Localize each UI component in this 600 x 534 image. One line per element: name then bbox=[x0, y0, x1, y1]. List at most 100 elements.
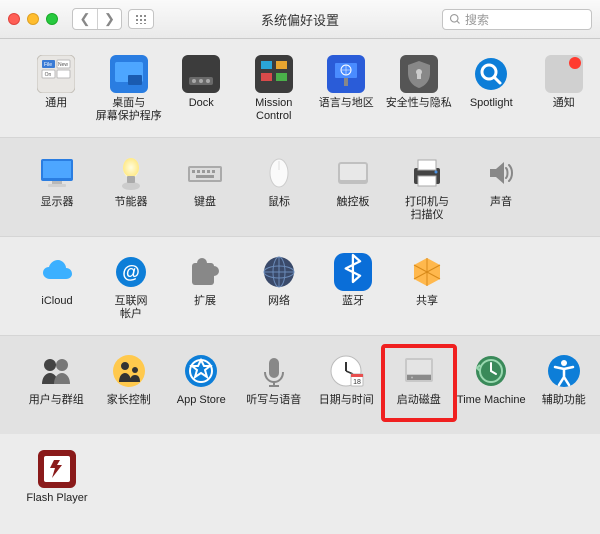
pref-desktop[interactable]: 桌面与屏幕保护程序 bbox=[93, 49, 166, 123]
bluetooth-icon bbox=[334, 253, 372, 291]
pref-label: 通知 bbox=[553, 97, 575, 123]
pref-bluetooth[interactable]: 蓝牙 bbox=[316, 247, 390, 321]
nav-buttons: ❮ ❯ bbox=[72, 8, 122, 30]
pref-accessibility[interactable]: 辅助功能 bbox=[528, 346, 600, 420]
pref-label: iCloud bbox=[41, 295, 72, 321]
pref-label: 声音 bbox=[490, 196, 512, 222]
show-all-button[interactable] bbox=[128, 9, 154, 29]
pref-mouse[interactable]: 鼠标 bbox=[242, 148, 316, 222]
pref-label: 节能器 bbox=[115, 196, 148, 222]
pref-notifications[interactable]: 通知 bbox=[528, 49, 600, 123]
pref-printers[interactable]: 打印机与扫描仪 bbox=[390, 148, 464, 222]
pref-label: 桌面与屏幕保护程序 bbox=[96, 97, 162, 123]
internet-icon bbox=[112, 253, 150, 291]
pref-label: 启动磁盘 bbox=[397, 394, 441, 420]
displays-icon bbox=[38, 154, 76, 192]
pref-label: 共享 bbox=[416, 295, 438, 321]
pref-label: 显示器 bbox=[41, 196, 74, 222]
pref-label: 听写与语音 bbox=[246, 394, 301, 420]
minimize-button[interactable] bbox=[27, 13, 39, 25]
pref-sound[interactable]: 声音 bbox=[464, 148, 538, 222]
startup-icon bbox=[400, 352, 438, 390]
pref-timemachine[interactable]: Time Machine bbox=[455, 346, 528, 420]
mission-icon bbox=[255, 55, 293, 93]
search-field[interactable]: 搜索 bbox=[442, 9, 592, 30]
pref-sharing[interactable]: 共享 bbox=[390, 247, 464, 321]
sound-icon bbox=[482, 154, 520, 192]
pref-displays[interactable]: 显示器 bbox=[20, 148, 94, 222]
forward-button[interactable]: ❯ bbox=[97, 9, 121, 29]
pref-label: MissionControl bbox=[255, 97, 292, 123]
pref-spotlight[interactable]: Spotlight bbox=[455, 49, 528, 123]
pref-internet[interactable]: 互联网帐户 bbox=[94, 247, 168, 321]
dock-icon bbox=[182, 55, 220, 93]
pref-network[interactable]: 网络 bbox=[242, 247, 316, 321]
pref-language[interactable]: 语言与地区 bbox=[310, 49, 383, 123]
extensions-icon bbox=[186, 253, 224, 291]
pref-section: iCloud 互联网帐户 扩展 网络 蓝牙 共享 bbox=[0, 236, 600, 335]
pref-general[interactable]: 通用 bbox=[20, 49, 93, 123]
mouse-icon bbox=[260, 154, 298, 192]
pref-label: 扩展 bbox=[194, 295, 216, 321]
pref-label: 家长控制 bbox=[107, 394, 151, 420]
window-controls bbox=[8, 13, 58, 25]
pref-energy[interactable]: 节能器 bbox=[94, 148, 168, 222]
pref-flash[interactable]: Flash Player bbox=[20, 444, 94, 518]
pref-label: 键盘 bbox=[194, 196, 216, 222]
pref-label: 网络 bbox=[268, 295, 290, 321]
close-button[interactable] bbox=[8, 13, 20, 25]
pref-label: Flash Player bbox=[26, 492, 87, 518]
keyboard-icon bbox=[186, 154, 224, 192]
pref-label: 日期与时间 bbox=[319, 394, 374, 420]
window-title: 系统偏好设置 bbox=[261, 10, 339, 29]
pref-label: 互联网帐户 bbox=[115, 295, 148, 321]
pref-keyboard[interactable]: 键盘 bbox=[168, 148, 242, 222]
pref-label: 用户与群组 bbox=[29, 394, 84, 420]
pref-dictation[interactable]: 听写与语音 bbox=[238, 346, 311, 420]
pref-label: 安全性与隐私 bbox=[386, 97, 452, 123]
pref-security[interactable]: 安全性与隐私 bbox=[383, 49, 456, 123]
appstore-icon bbox=[182, 352, 220, 390]
pref-dock[interactable]: Dock bbox=[165, 49, 238, 123]
pref-label: 打印机与扫描仪 bbox=[405, 196, 449, 222]
notifications-icon bbox=[545, 55, 583, 93]
security-icon bbox=[400, 55, 438, 93]
third-party-section: Flash Player bbox=[0, 434, 600, 532]
printers-icon bbox=[408, 154, 446, 192]
dictation-icon bbox=[255, 352, 293, 390]
accessibility-icon bbox=[545, 352, 583, 390]
pref-datetime[interactable]: 日期与时间 bbox=[310, 346, 383, 420]
pref-label: 蓝牙 bbox=[342, 295, 364, 321]
search-placeholder: 搜索 bbox=[465, 11, 489, 28]
search-icon bbox=[449, 13, 461, 25]
back-button[interactable]: ❮ bbox=[73, 9, 97, 29]
pref-label: 语言与地区 bbox=[319, 97, 374, 123]
pref-icloud[interactable]: iCloud bbox=[20, 247, 94, 321]
pref-label: Spotlight bbox=[470, 97, 513, 123]
pref-parental[interactable]: 家长控制 bbox=[93, 346, 166, 420]
pref-startup[interactable]: 启动磁盘 bbox=[383, 346, 456, 420]
pref-extensions[interactable]: 扩展 bbox=[168, 247, 242, 321]
pref-label: 鼠标 bbox=[268, 196, 290, 222]
users-icon bbox=[37, 352, 75, 390]
trackpad-icon bbox=[334, 154, 372, 192]
pref-label: Dock bbox=[189, 97, 214, 123]
parental-icon bbox=[110, 352, 148, 390]
timemachine-icon bbox=[472, 352, 510, 390]
zoom-button[interactable] bbox=[46, 13, 58, 25]
flash-icon bbox=[38, 450, 76, 488]
network-icon bbox=[260, 253, 298, 291]
energy-icon bbox=[112, 154, 150, 192]
language-icon bbox=[327, 55, 365, 93]
pref-mission[interactable]: MissionControl bbox=[238, 49, 311, 123]
pref-label: 触控板 bbox=[337, 196, 370, 222]
pref-label: App Store bbox=[177, 394, 226, 420]
general-icon bbox=[37, 55, 75, 93]
desktop-icon bbox=[110, 55, 148, 93]
pref-label: 辅助功能 bbox=[542, 394, 586, 420]
icloud-icon bbox=[38, 253, 76, 291]
pref-trackpad[interactable]: 触控板 bbox=[316, 148, 390, 222]
pref-section: 用户与群组家长控制 App Store 听写与语音日期与时间启动磁盘 Time Mac… bbox=[0, 335, 600, 434]
pref-appstore[interactable]: App Store bbox=[165, 346, 238, 420]
pref-users[interactable]: 用户与群组 bbox=[20, 346, 93, 420]
